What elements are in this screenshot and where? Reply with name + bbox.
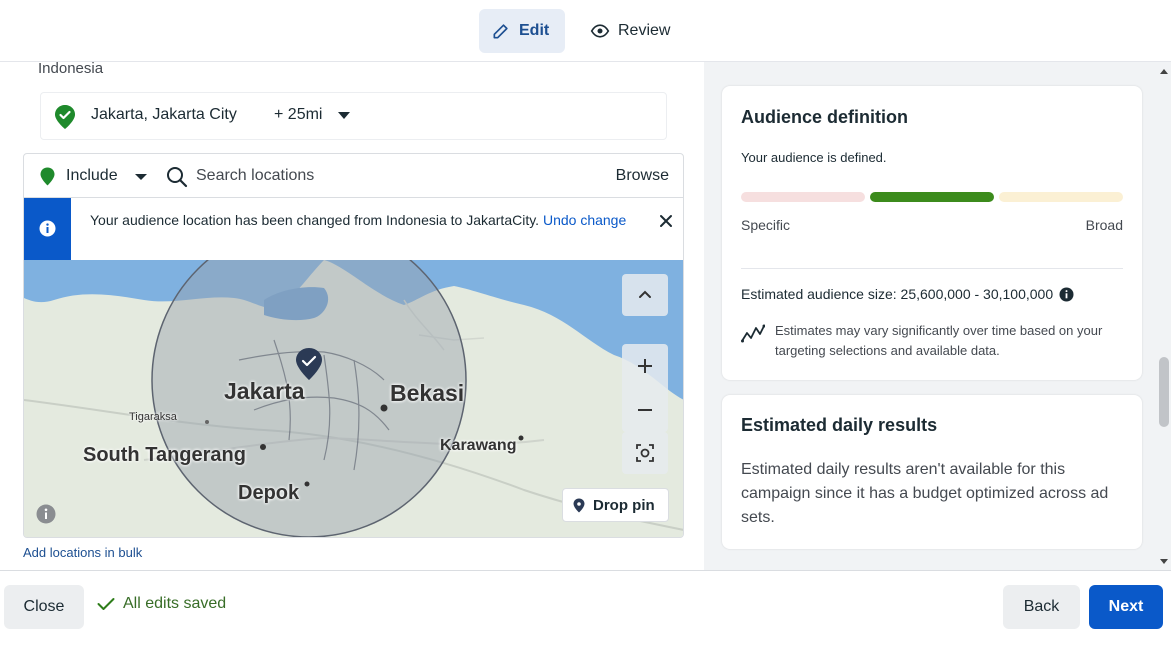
search-icon: [167, 167, 188, 188]
back-button[interactable]: Back: [1003, 585, 1080, 629]
selected-location[interactable]: Jakarta, Jakarta City + 25mi: [40, 92, 667, 140]
daily-results-title: Estimated daily results: [741, 415, 938, 435]
include-pin-icon: [40, 167, 55, 186]
review-tab-label: Review: [618, 22, 671, 39]
meter-segment-specific: [741, 192, 865, 202]
chevron-up-icon: [639, 290, 651, 298]
main-content: Indonesia Jakarta, Jakarta City + 25mi I…: [0, 60, 1171, 570]
info-icon: [39, 220, 56, 237]
search-row: Include Browse: [24, 154, 683, 198]
audience-meter: [741, 192, 1123, 202]
map-label-karawang: Karawang: [440, 437, 517, 454]
audience-size-text: Estimated audience size: 25,600,000 - 30…: [741, 286, 1054, 302]
daily-results-card: Estimated daily results Estimated daily …: [722, 395, 1142, 549]
meter-segment-broad: [999, 192, 1123, 202]
save-status: All edits saved: [97, 595, 226, 613]
zoom-controls: [622, 344, 668, 432]
notice-text: Your audience location has been changed …: [90, 212, 540, 228]
pencil-icon: [493, 24, 508, 39]
include-dropdown[interactable]: Include: [66, 167, 118, 185]
meter-label-broad: Broad: [1085, 217, 1123, 233]
daily-results-text: Estimated daily results aren't available…: [741, 461, 1109, 526]
recenter-icon: [636, 444, 654, 462]
next-button[interactable]: Next: [1089, 585, 1163, 629]
search-locations-input[interactable]: [196, 162, 576, 190]
collapse-map-button[interactable]: [622, 274, 668, 316]
pin-icon: [573, 498, 585, 512]
location-search-box: Include Browse Your a: [23, 153, 684, 538]
review-tab[interactable]: Review: [578, 9, 688, 53]
radius-dropdown-icon[interactable]: [338, 112, 350, 119]
map-info-icon[interactable]: [36, 504, 56, 524]
location-map[interactable]: Jakarta Bekasi Tigaraksa South Tangerang…: [24, 260, 683, 537]
close-button[interactable]: Close: [4, 585, 84, 629]
map-label-south-tangerang: South Tangerang: [83, 444, 246, 466]
audience-definition-title: Audience definition: [741, 107, 909, 127]
divider: [741, 268, 1123, 269]
location-pin-icon: [55, 105, 75, 129]
edit-tab[interactable]: Edit: [479, 9, 565, 53]
plus-icon: [638, 359, 652, 373]
audience-definition-card: Audience definition Your audience is def…: [722, 86, 1142, 380]
location-changed-notice: Your audience location has been changed …: [24, 198, 683, 260]
footer-bar: Close All edits saved Back Next: [0, 570, 1171, 667]
browse-button[interactable]: Browse: [616, 167, 669, 185]
scroll-down-arrow-icon[interactable]: [1160, 559, 1168, 564]
notice-accent-bar: [24, 198, 71, 260]
map-label-depok: Depok: [238, 482, 300, 504]
estimated-audience-size: Estimated audience size: 25,600,000 - 30…: [741, 286, 1074, 302]
checkmark-icon: [97, 598, 115, 610]
add-locations-bulk-link[interactable]: Add locations in bulk: [23, 545, 142, 560]
drop-pin-button[interactable]: Drop pin: [562, 488, 669, 522]
drop-pin-label: Drop pin: [593, 496, 655, 514]
scroll-up-arrow-icon[interactable]: [1160, 69, 1168, 74]
audience-status: Your audience is defined.: [741, 150, 887, 165]
sidebar-scrollbar[interactable]: [1157, 62, 1171, 570]
meter-label-specific: Specific: [741, 217, 791, 233]
country-label: Indonesia: [38, 60, 104, 77]
locations-panel: Indonesia Jakarta, Jakarta City + 25mi I…: [0, 60, 704, 570]
meter-segment-active: [870, 192, 994, 202]
zoom-in-button[interactable]: [622, 344, 668, 388]
recenter-map-button[interactable]: [622, 432, 668, 474]
trend-icon: [741, 324, 765, 343]
save-status-label: All edits saved: [123, 595, 227, 612]
radius-value[interactable]: + 25mi: [274, 106, 322, 124]
eye-icon: [590, 24, 610, 38]
zoom-out-button[interactable]: [622, 388, 668, 432]
include-caret-icon[interactable]: [135, 174, 147, 180]
map-label-tigaraksa: Tigaraksa: [129, 411, 177, 423]
minus-icon: [638, 409, 652, 411]
notice-message: Your audience location has been changed …: [90, 210, 630, 230]
scroll-thumb[interactable]: [1159, 357, 1169, 427]
close-icon[interactable]: [657, 212, 675, 230]
audience-sidebar: Audience definition Your audience is def…: [704, 62, 1171, 570]
edit-tab-label: Edit: [519, 22, 550, 39]
map-label-jakarta: Jakarta: [224, 378, 305, 404]
estimate-variance-note: Estimates may vary significantly over ti…: [775, 323, 1103, 358]
location-name: Jakarta, Jakarta City: [91, 106, 237, 123]
info-icon[interactable]: [1059, 287, 1074, 302]
map-label-bekasi: Bekasi: [390, 380, 465, 406]
undo-change-link[interactable]: Undo change: [543, 212, 626, 228]
top-bar: Edit Review: [0, 0, 1171, 62]
